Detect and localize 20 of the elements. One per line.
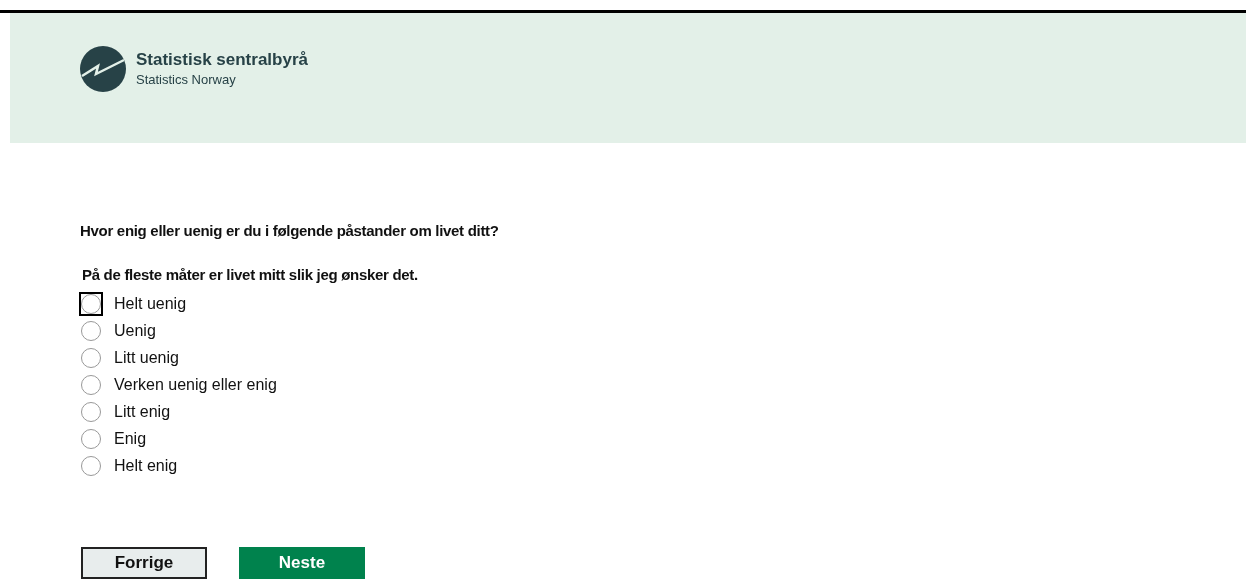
option-label: Helt uenig bbox=[114, 293, 187, 314]
option-label: Litt uenig bbox=[114, 347, 179, 368]
option-label: Helt enig bbox=[114, 455, 178, 476]
previous-button[interactable]: Forrige bbox=[81, 547, 207, 579]
radio-button[interactable] bbox=[81, 428, 101, 449]
radio-button[interactable] bbox=[81, 374, 101, 395]
option-label: Litt enig bbox=[114, 401, 171, 422]
option-label: Uenig bbox=[114, 320, 156, 341]
statement-text: På de fleste måter er livet mitt slik jeg ønsker det. bbox=[82, 266, 419, 284]
org-subtitle: Statistics Norway bbox=[136, 71, 237, 89]
option-label: Verken uenig eller enig bbox=[114, 374, 277, 395]
question-text: Hvor enig eller uenig er du i følgende påstander om livet ditt? bbox=[80, 222, 500, 240]
radio-button[interactable] bbox=[81, 401, 101, 422]
org-name: Statistisk sentralbyrå bbox=[136, 49, 308, 71]
radio-button[interactable] bbox=[81, 347, 101, 368]
next-button[interactable]: Neste bbox=[239, 547, 365, 579]
logo-icon bbox=[80, 46, 126, 92]
radio-button[interactable] bbox=[81, 320, 101, 341]
radio-button[interactable] bbox=[81, 455, 101, 476]
option-label: Enig bbox=[114, 428, 147, 449]
